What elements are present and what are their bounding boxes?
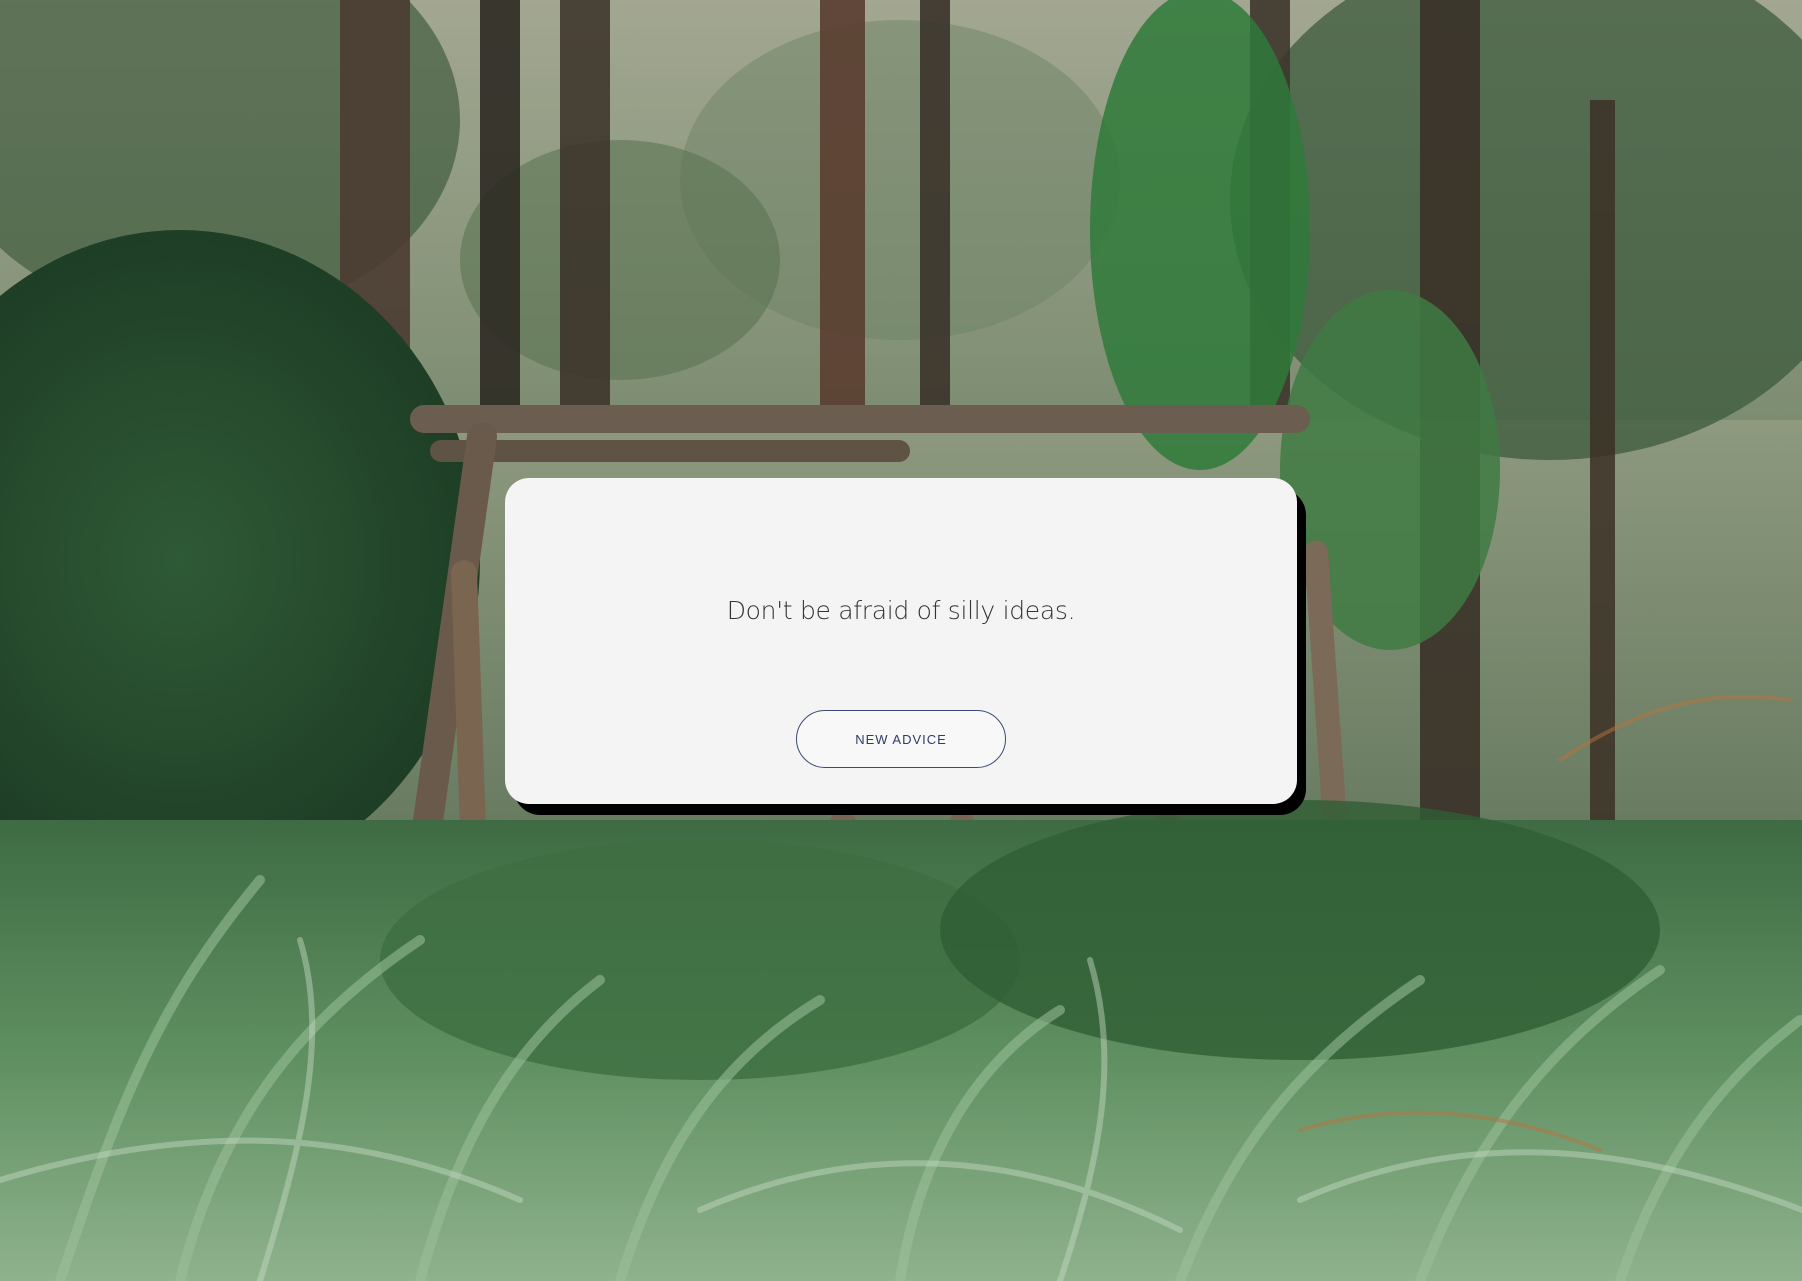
page-background: Don't be afraid of silly ideas. NEW ADVI… xyxy=(0,0,1802,1281)
new-advice-button[interactable]: NEW ADVICE xyxy=(796,710,1006,768)
advice-text: Don't be afraid of silly ideas. xyxy=(726,596,1076,625)
advice-card: Don't be afraid of silly ideas. NEW ADVI… xyxy=(505,478,1297,804)
